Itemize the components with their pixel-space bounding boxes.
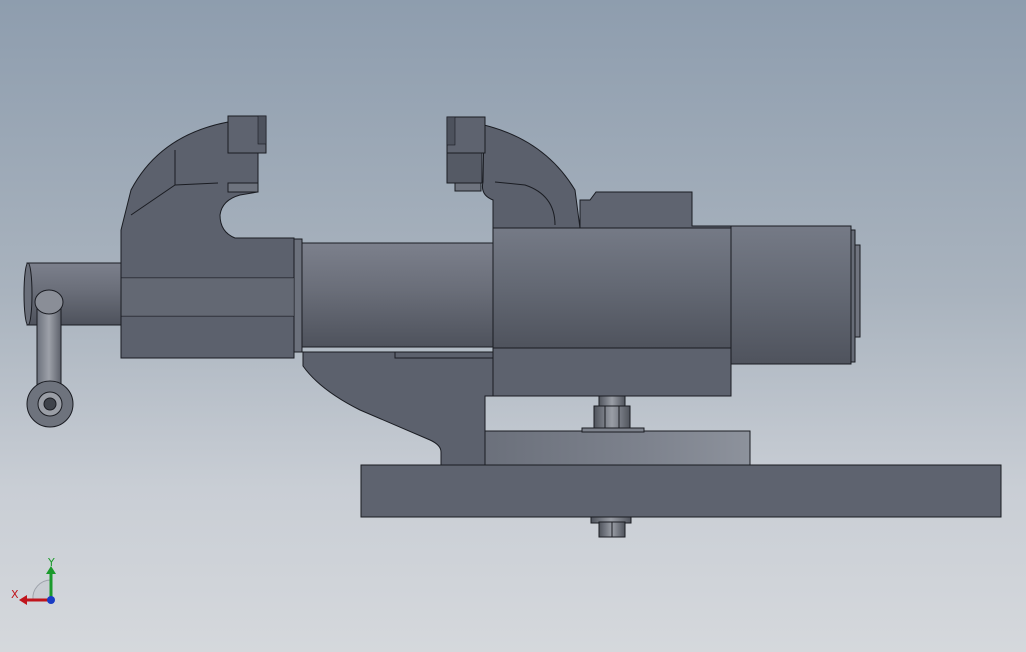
swivel-base[interactable] xyxy=(484,430,751,466)
front-jaw-body[interactable] xyxy=(120,121,295,359)
base-plate[interactable] xyxy=(360,464,1002,518)
graphics-viewport[interactable]: Y X xyxy=(0,0,1026,652)
slide-foot[interactable] xyxy=(302,351,494,466)
rear-jaw-body[interactable] xyxy=(482,124,581,229)
triad-y-label: Y xyxy=(47,556,55,569)
rear-body-step[interactable] xyxy=(579,191,732,229)
fixed-body-lower[interactable] xyxy=(492,347,732,397)
slide-bar[interactable] xyxy=(299,242,496,348)
fixed-body-upper[interactable] xyxy=(492,227,732,349)
center-bolt[interactable] xyxy=(581,395,645,433)
rear-housing[interactable] xyxy=(730,225,852,365)
triad-x-label: X xyxy=(11,588,19,601)
bottom-nut[interactable] xyxy=(590,516,632,538)
triad-z-axis xyxy=(47,596,55,604)
vise-model[interactable]: Y X xyxy=(0,0,1026,652)
orientation-triad: Y X xyxy=(11,556,56,605)
triad-plane xyxy=(32,579,52,601)
